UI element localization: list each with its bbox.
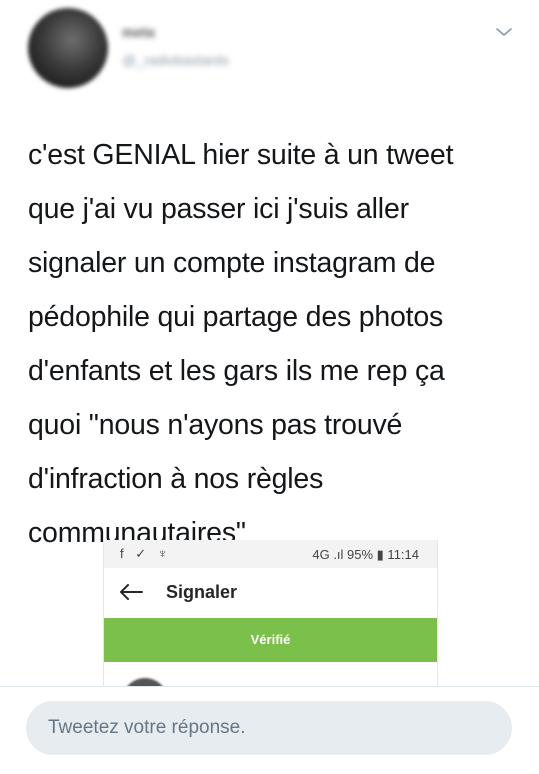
tweet-line: d'enfants et les gars ils me rep ça <box>28 355 445 387</box>
tweet-text: c'est GENIAL hier suite à un tweet que j… <box>28 128 528 560</box>
tweet-line: c'est GENIAL hier suite à un tweet <box>28 139 454 171</box>
tweet-line: signaler un compte instagram de <box>28 247 436 279</box>
phone-screen-title: Signaler <box>166 582 238 602</box>
phone-app-bar: Signaler <box>104 568 437 618</box>
tweet-line: d'infraction à nos règles <box>28 463 324 495</box>
tweet-line: que j'ai vu passer ici j'suis aller <box>28 193 409 225</box>
chevron-down-icon[interactable] <box>494 22 514 42</box>
tweet-header: meta @_radiobastards <box>0 0 539 100</box>
author-name[interactable]: meta <box>122 24 155 40</box>
reply-input[interactable]: Tweetez votre réponse. <box>26 701 512 755</box>
reply-bar: Tweetez votre réponse. <box>0 687 539 774</box>
back-arrow-icon <box>118 580 144 604</box>
tweet-line: quoi "nous n'ayons pas trouvé <box>28 409 403 441</box>
status-right: 4G .ıl 95% ▮ 11:14 <box>312 547 419 562</box>
phone-status-bar: f ✓ ♆ 4G .ıl 95% ▮ 11:14 <box>104 540 437 568</box>
status-icons: f ✓ ♆ <box>120 546 172 561</box>
verified-banner: Vérifié <box>104 618 437 662</box>
author-handle[interactable]: @_radiobastards <box>122 52 229 68</box>
avatar[interactable] <box>28 8 108 88</box>
embedded-screenshot[interactable]: f ✓ ♆ 4G .ıl 95% ▮ 11:14 Signaler Vérifi… <box>103 540 438 690</box>
tweet-line: pédophile qui partage des photos <box>28 301 444 333</box>
